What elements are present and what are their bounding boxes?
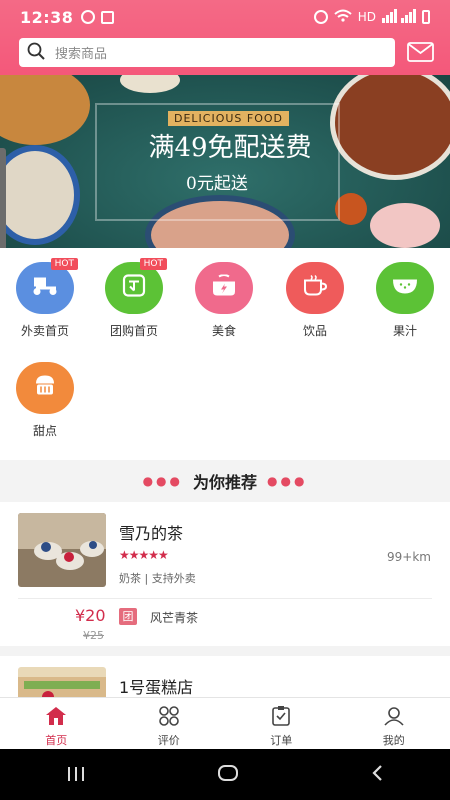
rating-stars: ★★★★★ [119,548,169,562]
shop-thumbnail [18,667,106,697]
food-plate-image [0,75,90,145]
app-page: 12:38 HD 搜索商品 DELICIOUS FOOD 满49免配送费 0元起… [0,0,450,800]
mail-icon[interactable] [407,42,434,62]
tab-home[interactable]: 首页 [0,698,113,749]
system-nav-bar [0,749,450,800]
shop-meta: 奶茶 | 支持外卖 [119,572,196,585]
deal-price: ¥20 [75,606,106,625]
watermelon-icon [376,262,434,314]
header: 12:38 HD 搜索商品 [0,0,450,75]
order-icon [270,706,292,730]
category-label: 饮品 [302,324,327,338]
home-button-icon[interactable] [217,763,239,787]
tab-label: 首页 [45,734,68,747]
category-dessert[interactable]: 甜点 [10,362,80,439]
promo-banner[interactable]: DELICIOUS FOOD 满49免配送费 0元起送 [0,75,450,248]
category-food[interactable]: 美食 [189,262,259,339]
category-takeout[interactable]: HOT 外卖首页 [10,258,80,339]
banner-subtitle: 0元起送 [186,174,248,194]
tab-review[interactable]: 评价 [113,698,226,749]
battery-icon [422,10,430,24]
braised-dish-image [330,75,450,180]
recommend-title: 为你推荐 [192,473,257,492]
banner-title: 满49免配送费 [148,133,312,163]
status-time: 12:38 [20,7,74,27]
shop-name: 1号蛋糕店 [119,678,194,697]
tab-label: 我的 [382,734,405,747]
wifi-icon [334,9,352,26]
signal-icon [382,8,416,26]
food-plate-image [0,145,80,245]
back-icon[interactable] [370,763,384,787]
search-placeholder: 搜索商品 [55,47,108,62]
category-drinks[interactable]: 饮品 [280,262,350,339]
shop-distance: 99+km [387,550,431,564]
category-label: 甜点 [32,424,57,438]
search-input[interactable]: 搜索商品 [19,38,395,67]
category-label: 美食 [211,324,236,338]
tab-label: 评价 [157,734,180,747]
cup-icon [286,262,344,314]
category-group-buy[interactable]: HOT 团购首页 [99,258,169,339]
alarm-icon [313,10,328,24]
pot-icon [195,262,253,314]
cake-icon [16,362,74,414]
app-notification-icon [101,10,115,24]
status-bar: 12:38 HD [0,0,450,34]
group-buy-icon: HOT [105,258,167,314]
shop-card[interactable]: 1号蛋糕店 [0,656,450,697]
user-icon [383,706,405,730]
hot-badge: HOT [50,258,78,270]
banner-tag: DELICIOUS FOOD [168,111,290,126]
category-juice[interactable]: 果汁 [370,262,440,339]
tab-label: 订单 [270,734,293,747]
tab-profile[interactable]: 我的 [338,698,450,749]
group-deal-badge: 团 [119,608,137,625]
bottom-tab-bar: 首页 评价 订单 我的 [0,697,450,749]
category-label: 果汁 [392,324,417,338]
deal-name[interactable]: 风芒青茶 [150,609,198,626]
tab-orders[interactable]: 订单 [225,698,338,749]
category-grid: HOT 外卖首页 HOT 团购首页 美食 饮品 果汁 甜点 [0,248,450,460]
category-label: 团购首页 [109,324,158,338]
hot-badge: HOT [139,258,167,270]
egg-plate-image [120,75,180,93]
recommend-header: ●●● 为你推荐 ●●● [0,460,450,502]
search-icon [27,42,45,64]
account-icon [81,10,96,24]
category-label: 外卖首页 [20,324,69,338]
flower-image [370,203,440,248]
network-label: HD [357,10,376,24]
grid-icon [158,706,180,730]
recent-apps-icon[interactable] [66,763,86,787]
shop-card[interactable]: 雪乃的茶 ★★★★★ 99+km 奶茶 | 支持外卖 ¥20 ¥25 团 风芒青… [0,502,450,646]
shop-thumbnail [18,513,106,587]
home-icon [45,706,67,730]
shop-name: 雪乃的茶 [119,524,184,543]
original-price: ¥25 [83,629,104,642]
scooter-icon: HOT [16,258,78,314]
